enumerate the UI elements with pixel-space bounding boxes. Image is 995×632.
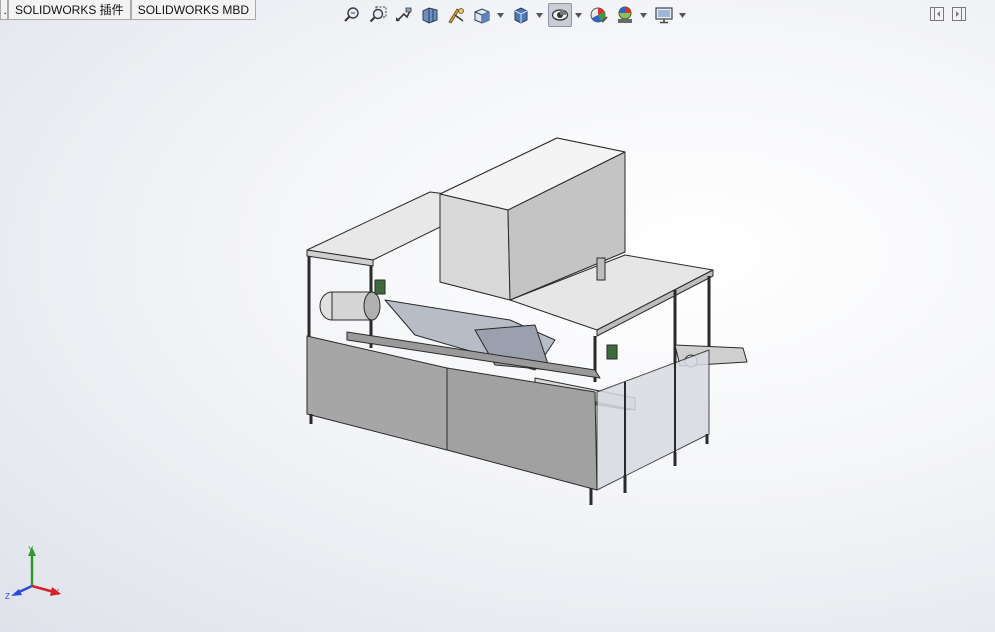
section-view-icon xyxy=(422,7,438,24)
view-orientation-icon xyxy=(474,8,490,24)
view-settings-button[interactable] xyxy=(652,3,676,27)
model-3d-view[interactable] xyxy=(295,130,755,510)
section-view-button[interactable] xyxy=(418,3,442,27)
display-style-icon xyxy=(514,7,528,24)
heads-up-view-toolbar xyxy=(340,2,691,28)
zoom-to-fit-icon xyxy=(344,7,359,22)
zoom-to-area-icon xyxy=(369,6,387,23)
display-style-dropdown[interactable] xyxy=(535,3,544,27)
hide-show-items-button[interactable] xyxy=(548,3,572,27)
command-manager-tabs: … SOLIDWORKS 插件 SOLIDWORKS MBD xyxy=(0,0,257,21)
tab-truncated[interactable]: … xyxy=(0,0,8,20)
apply-scene-icon xyxy=(618,6,632,23)
chevron-down-icon xyxy=(640,12,647,18)
view-orientation-dropdown[interactable] xyxy=(496,3,505,27)
view-settings-dropdown[interactable] xyxy=(678,3,687,27)
dynamic-annotation-views-button[interactable] xyxy=(444,3,468,27)
dynamic-annotation-views-icon xyxy=(448,8,464,24)
tab-solidworks-mbd[interactable]: SOLIDWORKS MBD xyxy=(130,0,257,20)
expand-right-icon[interactable] xyxy=(951,6,967,22)
previous-view-icon xyxy=(396,7,412,22)
apply-scene-dropdown[interactable] xyxy=(639,3,648,27)
view-orientation-button[interactable] xyxy=(470,3,494,27)
edit-appearance-button[interactable] xyxy=(587,3,611,27)
chevron-down-icon xyxy=(536,12,543,18)
zoom-to-fit-button[interactable] xyxy=(340,3,364,27)
triad-x-label: X xyxy=(54,588,60,597)
collapse-left-icon[interactable] xyxy=(929,6,945,22)
chevron-down-icon xyxy=(497,12,504,18)
chevron-down-icon xyxy=(679,12,686,18)
viewport-window-controls xyxy=(929,6,967,22)
display-style-button[interactable] xyxy=(509,3,533,27)
triad-y-label: Y xyxy=(28,545,34,554)
previous-view-button[interactable] xyxy=(392,3,416,27)
triad-x-axis xyxy=(31,584,55,594)
triad-z-label: Z xyxy=(5,592,10,601)
apply-scene-button[interactable] xyxy=(613,3,637,27)
view-settings-icon xyxy=(655,7,673,24)
hide-show-items-dropdown[interactable] xyxy=(574,3,583,27)
reference-triad: Y X Z xyxy=(5,545,61,601)
edit-appearance-icon xyxy=(590,7,608,23)
chevron-down-icon xyxy=(575,12,582,18)
tab-solidworks-addins[interactable]: SOLIDWORKS 插件 xyxy=(8,0,131,20)
zoom-to-area-button[interactable] xyxy=(366,3,390,27)
hide-show-items-icon xyxy=(551,9,569,21)
